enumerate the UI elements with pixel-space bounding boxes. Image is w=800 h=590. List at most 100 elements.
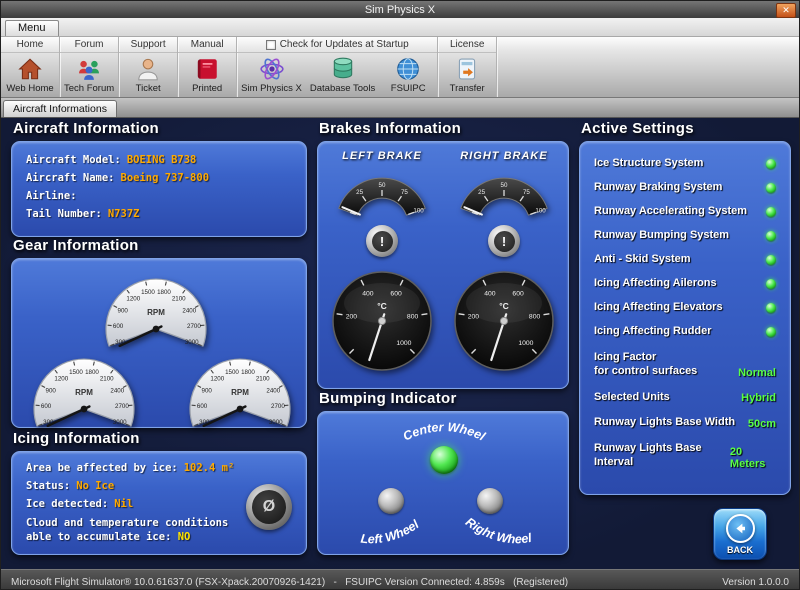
button-caption: Ticket [136, 83, 161, 94]
left-wheel-led [378, 488, 404, 514]
right-brake-label: RIGHT BRAKE [460, 150, 547, 162]
setting-label: Selected Units [594, 391, 670, 405]
svg-text:600: 600 [41, 403, 52, 410]
bumping-labels: Center Wheel Left Wheel Right Wheel [324, 412, 564, 556]
close-button[interactable]: ✕ [776, 3, 796, 18]
button-caption: Printed [192, 83, 222, 94]
setting-row: Icing Affecting Rudder [594, 324, 776, 339]
toolbar: Home Web Home Forum [1, 37, 799, 98]
transfer-document-icon [454, 56, 480, 82]
setting-row: Runway Accelerating System [594, 204, 776, 219]
left-brake-warning-indicator: ! [366, 225, 398, 257]
printed-manual-button[interactable]: Printed [178, 53, 236, 97]
svg-text:400: 400 [484, 291, 496, 298]
gear-information-panel: 3006009001200150018002100240027003000RPM… [11, 258, 307, 428]
field-value: BOEING B738 [127, 154, 197, 166]
left-gear-rpm-gauge: 3006009001200150018002100240027003000RPM [26, 345, 142, 427]
setting-value: 50cm [748, 418, 776, 430]
svg-text:600: 600 [197, 403, 208, 410]
right-wheel-label: Right Wheel [463, 515, 533, 547]
left-wheel-label: Left Wheel [360, 517, 422, 546]
gear-information-section: Gear Information 30060090012001500180021… [11, 237, 307, 428]
field-label: Aircraft Name: [26, 172, 115, 184]
brakes-information-title: Brakes Information [319, 120, 569, 137]
transfer-button[interactable]: Transfer [438, 53, 496, 97]
toolbar-group-label-license: License [438, 37, 496, 53]
svg-text:Center Wheel: Center Wheel [401, 420, 488, 444]
web-home-button[interactable]: Web Home [1, 53, 59, 97]
field-value: No Ice [76, 480, 114, 492]
back-button[interactable]: BACK [713, 508, 767, 560]
setting-row: Runway Braking System [594, 180, 776, 195]
left-brake-label: LEFT BRAKE [342, 150, 422, 162]
svg-text:°C: °C [499, 301, 509, 311]
green-led-icon [766, 231, 776, 241]
field-label: Tail Number: [26, 208, 102, 220]
left-brake-column: LEFT BRAKE 255075100 ! 2004006008001000°… [324, 150, 440, 373]
aircraft-information-panel: Aircraft Model: BOEING B738 Aircraft Nam… [11, 141, 307, 237]
ticket-button[interactable]: Ticket [119, 53, 177, 97]
field-label: Area be affected by ice: [26, 462, 178, 474]
svg-text:1800: 1800 [85, 369, 99, 376]
setting-label: Runway Braking System [594, 181, 722, 195]
status-bar: Microsoft Flight Simulator® 10.0.61637.0… [1, 569, 799, 590]
gear-information-title: Gear Information [13, 237, 307, 254]
button-caption: Sim Physics X [241, 83, 302, 94]
svg-text:600: 600 [390, 291, 402, 298]
toolbar-spacer [497, 37, 799, 97]
svg-text:2700: 2700 [187, 323, 201, 330]
svg-text:1200: 1200 [54, 376, 68, 383]
airline-row: Airline: [26, 190, 292, 202]
tab-aircraft-informations[interactable]: Aircraft Informations [3, 100, 117, 117]
right-gear-rpm-gauge: 3006009001200150018002100240027003000RPM [182, 345, 298, 427]
svg-text:900: 900 [118, 308, 129, 315]
svg-text:2400: 2400 [110, 388, 124, 395]
icing-information-panel: Area be affected by ice: 102.4 m² Status… [11, 451, 307, 555]
toolbar-group-updates: Check for Updates at Startup Sim Physics… [237, 37, 438, 97]
ice-conditions-row: Cloud and temperature conditions able to… [26, 516, 241, 544]
setting-label: Icing Affecting Elevators [594, 301, 723, 315]
field-label: Airline: [26, 190, 77, 202]
fsuipc-button[interactable]: FSUIPC [379, 53, 437, 97]
setting-row: Icing Affecting Elevators [594, 300, 776, 315]
button-caption: Tech Forum [64, 83, 114, 94]
setting-row: Icing Affecting Ailerons [594, 276, 776, 291]
brakes-information-section: Brakes Information LEFT BRAKE 255075100 … [317, 120, 569, 389]
setting-row: Anti - Skid System [594, 252, 776, 267]
svg-text:RPM: RPM [147, 308, 165, 317]
field-label: Cloud and temperature conditions able to… [26, 517, 228, 543]
setting-label: Runway Lights Base Width [594, 416, 735, 430]
toolbar-group-label-home: Home [1, 37, 59, 53]
window-title: Sim Physics X [365, 4, 435, 16]
field-label: Ice detected: [26, 498, 108, 510]
svg-text:1800: 1800 [157, 289, 171, 296]
field-label: Aircraft Model: [26, 154, 121, 166]
field-value: N737Z [108, 208, 140, 220]
svg-text:2100: 2100 [172, 296, 186, 303]
warning-symbol: ! [372, 231, 393, 252]
tab-row: Aircraft Informations [1, 98, 799, 118]
svg-text:1200: 1200 [210, 376, 224, 383]
toolbar-group-license: License Transfer [438, 37, 497, 97]
right-brake-warning-indicator: ! [488, 225, 520, 257]
svg-text:75: 75 [401, 189, 408, 196]
setting-value: 20 Meters [730, 446, 776, 470]
svg-text:100: 100 [413, 208, 424, 215]
center-wheel-label: Center Wheel [401, 420, 488, 444]
database-tools-button[interactable]: Database Tools [306, 53, 379, 97]
svg-text:1800: 1800 [241, 369, 255, 376]
main-content: Aircraft Information Aircraft Model: BOE… [1, 118, 799, 569]
toolbar-group-home: Home Web Home [1, 37, 60, 97]
sim-physics-x-button[interactable]: Sim Physics X [237, 53, 306, 97]
svg-text:900: 900 [46, 388, 57, 395]
svg-text:2700: 2700 [271, 403, 285, 410]
tech-forum-button[interactable]: Tech Forum [60, 53, 118, 97]
atom-icon [259, 56, 285, 82]
svg-text:RPM: RPM [231, 388, 249, 397]
menu-tab[interactable]: Menu [5, 20, 59, 36]
button-caption: Web Home [6, 83, 53, 94]
button-caption: Database Tools [310, 83, 375, 94]
updates-checkbox[interactable] [266, 40, 276, 50]
svg-text:Left Wheel: Left Wheel [360, 517, 422, 546]
button-caption: FSUIPC [391, 83, 426, 94]
